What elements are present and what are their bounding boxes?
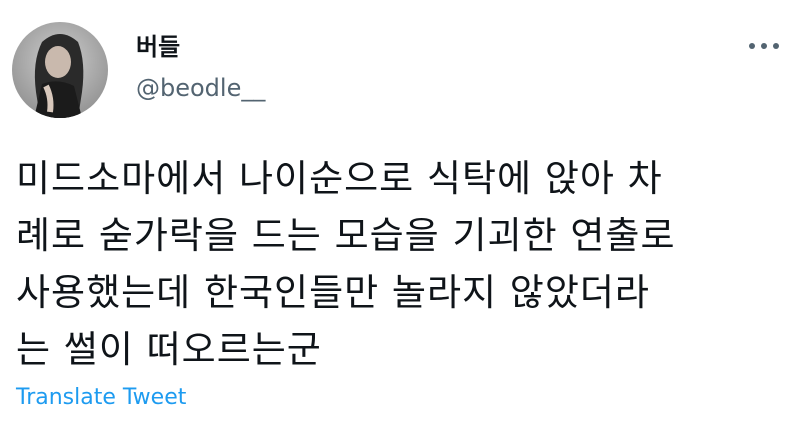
tweet-text-line: 사용했는데 한국인들만 놀라지 않았더라 bbox=[16, 271, 650, 314]
tweet-text-line: 미드소마에서 나이순으로 식탁에 앉아 차 bbox=[16, 157, 663, 200]
tweet-text-line: 는 썰이 떠오르는군 bbox=[16, 328, 322, 371]
author-display-name[interactable]: 버들 bbox=[136, 32, 180, 62]
profile-photo-icon bbox=[12, 22, 108, 118]
tweet-card: 버들 @beodle__ 미드소마에서 나이순으로 식탁에 앉아 차 례로 숟가… bbox=[0, 0, 800, 433]
tweet-text-line: 례로 숟가락을 드는 모습을 기괴한 연출로 bbox=[16, 214, 676, 257]
more-options-button[interactable] bbox=[744, 36, 784, 56]
translate-tweet-link[interactable]: Translate Tweet bbox=[16, 384, 186, 412]
tweet-text: 미드소마에서 나이순으로 식탁에 앉아 차 례로 숟가락을 드는 모습을 기괴한… bbox=[16, 150, 786, 378]
more-options-icon bbox=[749, 43, 779, 49]
avatar[interactable] bbox=[12, 22, 108, 118]
author-handle[interactable]: @beodle__ bbox=[136, 73, 265, 103]
